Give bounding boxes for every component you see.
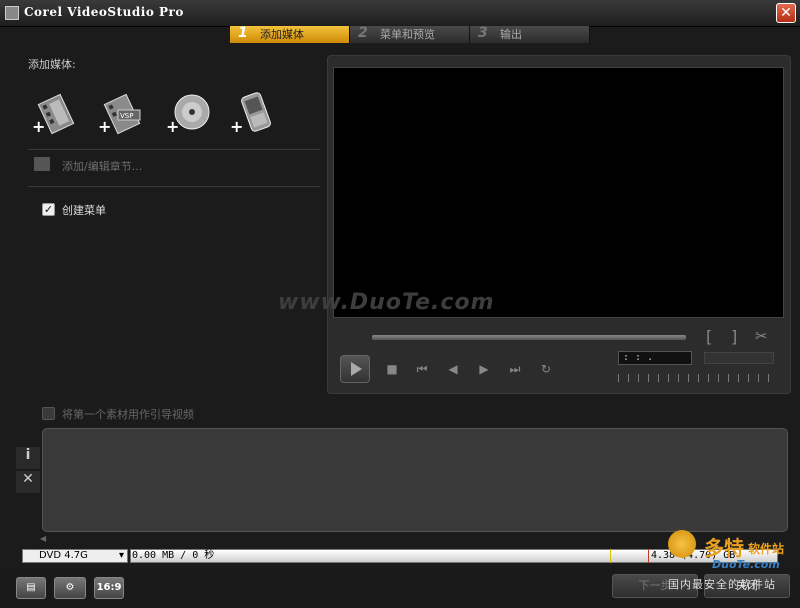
logo-url: DuoTe.com xyxy=(712,558,780,571)
add-edit-chapter-link[interactable]: 添加/编辑章节... xyxy=(62,158,142,174)
volume-ticks xyxy=(618,374,778,382)
tab-output[interactable]: 3 输出 xyxy=(470,25,590,43)
chapter-icon xyxy=(34,157,50,171)
stop-icon[interactable]: ■ xyxy=(384,361,400,377)
step-number: 3 xyxy=(478,25,488,41)
add-video-button[interactable]: + xyxy=(30,92,78,136)
mark-in-button[interactable]: [ xyxy=(706,327,712,346)
play-button[interactable] xyxy=(340,355,370,383)
app-icon xyxy=(5,6,19,20)
window-title: Corel VideoStudio Pro xyxy=(24,5,184,19)
volume-slider[interactable] xyxy=(704,352,774,364)
scrubber-bar[interactable] xyxy=(372,335,686,340)
add-media-label: 添加媒体: xyxy=(28,58,76,71)
timecode-input[interactable]: : : . xyxy=(618,351,692,365)
add-vsp-button[interactable]: VSP + xyxy=(96,92,144,136)
usage-marker xyxy=(610,549,611,563)
disc-icon: + xyxy=(166,94,210,136)
tab-menu-preview[interactable]: 2 菜单和预览 xyxy=(350,25,470,43)
usage-text: 0.00 MB / 0 秒 xyxy=(132,550,215,561)
divider xyxy=(28,186,320,187)
close-window-button[interactable]: ✕ xyxy=(776,3,796,23)
tab-add-media[interactable]: 1 添加媒体 xyxy=(230,25,350,43)
skip-start-icon[interactable]: ⏮ xyxy=(414,361,430,377)
create-menu-checkbox[interactable]: ✓ xyxy=(42,203,55,216)
svg-text:+: + xyxy=(230,117,243,136)
svg-text:+: + xyxy=(98,117,111,136)
preview-screen xyxy=(333,67,784,318)
info-icon[interactable]: i xyxy=(16,447,40,469)
scroll-left-icon[interactable]: ◀ xyxy=(40,534,46,543)
intro-video-label: 将第一个素材用作引导视频 xyxy=(62,408,194,421)
repeat-icon[interactable]: ↻ xyxy=(538,361,554,377)
tab-label: 菜单和预览 xyxy=(380,28,435,41)
menu-options-icon[interactable]: ▤ xyxy=(16,577,46,599)
tab-label: 输出 xyxy=(500,28,522,41)
step-number: 2 xyxy=(358,25,368,41)
vsp-project-icon: VSP + xyxy=(98,93,141,136)
settings-gear-icon[interactable]: ⚙ xyxy=(54,577,86,599)
skip-end-icon[interactable]: ⏭ xyxy=(507,361,523,377)
svg-text:+: + xyxy=(32,117,45,136)
divider xyxy=(28,149,320,150)
logo-tagline: 国内最安全的软件站 xyxy=(668,578,776,591)
svg-text:VSP: VSP xyxy=(120,112,133,120)
video-film-icon: + xyxy=(32,93,75,136)
add-disc-button[interactable]: + xyxy=(164,92,212,136)
mobile-device-icon: + xyxy=(230,92,271,136)
media-list-area[interactable] xyxy=(42,428,788,532)
delete-icon[interactable]: ✕ xyxy=(16,471,40,493)
duote-logo-icon xyxy=(668,530,696,558)
disc-type-select[interactable]: DVD 4.7G xyxy=(22,549,128,563)
title-bar: Corel VideoStudio Pro ✕ xyxy=(0,0,800,27)
step-forward-icon[interactable]: ▶ xyxy=(476,361,492,377)
add-device-button[interactable]: + xyxy=(228,92,276,136)
logo-name: 多特 xyxy=(704,536,744,560)
aspect-ratio-button[interactable]: 16:9 xyxy=(94,577,124,599)
svg-text:+: + xyxy=(166,117,179,136)
scissors-icon[interactable]: ✂ xyxy=(755,327,768,345)
step-number: 1 xyxy=(238,25,248,41)
tab-label: 添加媒体 xyxy=(260,28,304,41)
step-back-icon[interactable]: ◀ xyxy=(445,361,461,377)
mark-out-button[interactable]: ] xyxy=(731,327,737,346)
capacity-marker xyxy=(648,549,649,563)
watermark-text: www.DuoTe.com xyxy=(278,290,495,315)
create-menu-label: 创建菜单 xyxy=(62,204,106,217)
step-tabs: 1 添加媒体 2 菜单和预览 3 输出 xyxy=(230,25,590,43)
logo-subtitle: 软件站 xyxy=(748,542,785,556)
intro-video-checkbox[interactable] xyxy=(42,407,55,420)
